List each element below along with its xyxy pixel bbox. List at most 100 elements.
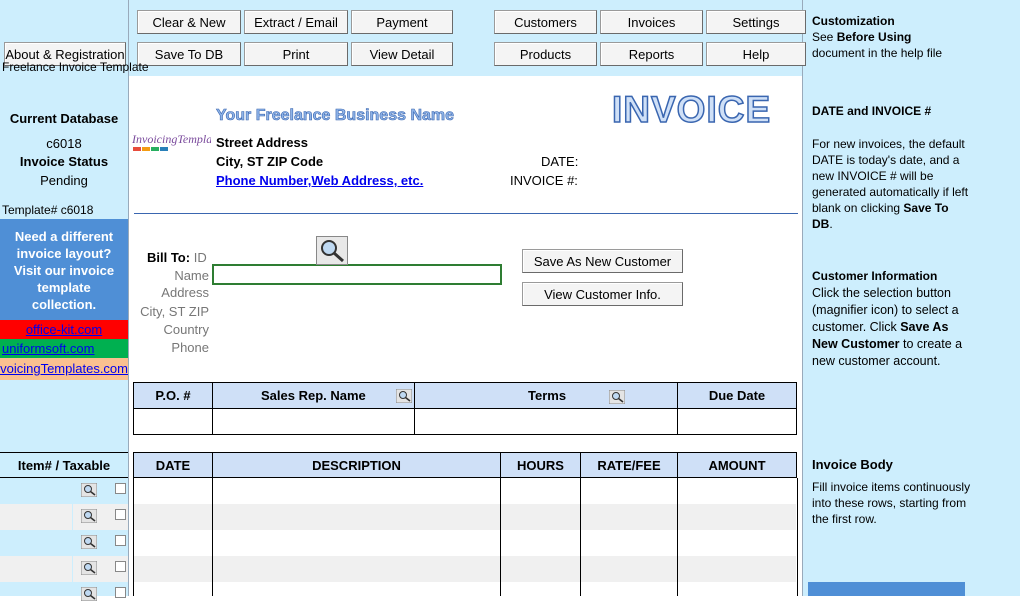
taxable-checkbox[interactable] xyxy=(115,561,126,572)
table-cell[interactable] xyxy=(133,530,213,556)
table-cell[interactable] xyxy=(133,478,213,504)
due-date-input[interactable] xyxy=(677,408,797,435)
link-office-kit[interactable]: office-kit.com xyxy=(0,320,128,339)
table-cell[interactable] xyxy=(580,478,678,504)
taxable-checkbox[interactable] xyxy=(115,483,126,494)
customer-select-button[interactable] xyxy=(316,236,348,265)
phone-web-address: Phone Number,Web Address, etc. xyxy=(216,173,424,188)
table-cell[interactable] xyxy=(677,556,798,582)
street-address: Street Address xyxy=(216,135,308,150)
table-cell[interactable] xyxy=(677,582,798,596)
invoice-status-label: Invoice Status xyxy=(19,154,109,169)
invoice-title: INVOICE xyxy=(611,88,772,131)
table-cell[interactable] xyxy=(580,582,678,596)
help-date-title: DATE and INVOICE # xyxy=(812,104,932,118)
description-column-header: DESCRIPTION xyxy=(212,452,501,478)
view-detail-button[interactable]: View Detail xyxy=(351,42,453,66)
link-uniformsoft[interactable]: uniformsoft.com xyxy=(0,339,128,358)
item-taxable-header: Item# / Taxable xyxy=(0,452,128,478)
help-customer-title: Customer Information xyxy=(812,269,938,283)
payment-button[interactable]: Payment xyxy=(351,10,453,34)
save-new-customer-button[interactable]: Save As New Customer xyxy=(522,249,683,273)
item-select-button[interactable] xyxy=(80,560,98,576)
table-cell[interactable] xyxy=(500,530,581,556)
item-select-button[interactable] xyxy=(80,586,98,602)
magnifier-icon xyxy=(395,388,413,404)
divider-left xyxy=(128,0,129,596)
date-column-header: DATE xyxy=(133,452,213,478)
divider-right xyxy=(802,0,803,596)
item-row-stripe xyxy=(0,556,128,582)
table-cell[interactable] xyxy=(133,556,213,582)
taxable-checkbox[interactable] xyxy=(115,509,126,520)
view-customer-info-button[interactable]: View Customer Info. xyxy=(522,282,683,306)
table-cell[interactable] xyxy=(212,556,501,582)
magnifier-icon xyxy=(80,508,98,524)
help-button[interactable]: Help xyxy=(706,42,806,66)
table-cell[interactable] xyxy=(580,504,678,530)
products-button[interactable]: Products xyxy=(494,42,597,66)
table-cell[interactable] xyxy=(212,504,501,530)
help-customer-text: Click the selection button (magnifier ic… xyxy=(812,286,963,368)
sales-rep-select-button[interactable] xyxy=(395,388,413,404)
city-state-zip: City, ST ZIP Code xyxy=(216,154,324,169)
database-value: c6018 xyxy=(46,136,82,151)
amount-column-header: AMOUNT xyxy=(677,452,797,478)
help-panel-bar xyxy=(808,582,965,596)
customers-button[interactable]: Customers xyxy=(494,10,597,34)
table-cell[interactable] xyxy=(500,504,581,530)
table-cell[interactable] xyxy=(212,530,501,556)
reports-button[interactable]: Reports xyxy=(600,42,703,66)
table-cell[interactable] xyxy=(133,582,213,596)
logo-text: InvoicingTemplates xyxy=(131,132,211,146)
table-cell[interactable] xyxy=(677,478,798,504)
hours-column-header: HOURS xyxy=(500,452,581,478)
customization-title: Customization xyxy=(812,14,895,28)
table-cell[interactable] xyxy=(212,582,501,596)
print-button[interactable]: Print xyxy=(244,42,348,66)
table-cell[interactable] xyxy=(133,504,213,530)
item-select-button[interactable] xyxy=(80,482,98,498)
link-invoicingtemplates[interactable]: InvoicingTemplates.com xyxy=(0,358,128,380)
customization-line2: document in the help file xyxy=(812,46,943,60)
invoices-button[interactable]: Invoices xyxy=(600,10,703,34)
table-cell[interactable] xyxy=(580,530,678,556)
magnifier-icon xyxy=(321,240,344,263)
table-cell[interactable] xyxy=(212,478,501,504)
customization-line1: See Before Using xyxy=(812,30,912,44)
due-date-header: Due Date xyxy=(677,382,797,409)
current-database-label: Current Database xyxy=(9,111,119,126)
table-cell[interactable] xyxy=(677,504,798,530)
phone-label: Phone xyxy=(171,340,209,355)
help-body-text: Fill invoice items continuously into the… xyxy=(812,480,971,526)
extract-email-button[interactable]: Extract / Email xyxy=(244,10,348,34)
table-cell[interactable] xyxy=(500,582,581,596)
taxable-checkbox[interactable] xyxy=(115,587,126,598)
city-zip-label: City, ST ZIP xyxy=(140,304,209,319)
name-label: Name xyxy=(174,268,209,283)
table-cell[interactable] xyxy=(580,556,678,582)
clear-new-button[interactable]: Clear & New xyxy=(137,10,241,34)
magnifier-icon xyxy=(80,534,98,550)
taxable-checkbox[interactable] xyxy=(115,535,126,546)
country-label: Country xyxy=(163,322,209,337)
save-to-db-button[interactable]: Save To DB xyxy=(137,42,241,66)
terms-select-button[interactable] xyxy=(608,389,626,405)
business-name: Your Freelance Business Name xyxy=(216,107,455,125)
promo-box[interactable]: Need a different invoice layout? Visit o… xyxy=(0,219,128,320)
settings-button[interactable]: Settings xyxy=(706,10,806,34)
sales-rep-header: Sales Rep. Name xyxy=(212,382,415,409)
table-cell[interactable] xyxy=(500,478,581,504)
header-divider xyxy=(134,213,798,214)
invoice-status-value: Pending xyxy=(40,173,88,188)
po-input[interactable] xyxy=(133,408,213,435)
item-select-button[interactable] xyxy=(80,508,98,524)
customer-name-input[interactable] xyxy=(212,264,502,285)
item-select-button[interactable] xyxy=(80,534,98,550)
sales-rep-input[interactable] xyxy=(212,408,415,435)
table-cell[interactable] xyxy=(500,556,581,582)
address-label: Address xyxy=(161,285,209,300)
date-label: DATE: xyxy=(541,154,579,169)
table-cell[interactable] xyxy=(677,530,798,556)
terms-input[interactable] xyxy=(414,408,678,435)
